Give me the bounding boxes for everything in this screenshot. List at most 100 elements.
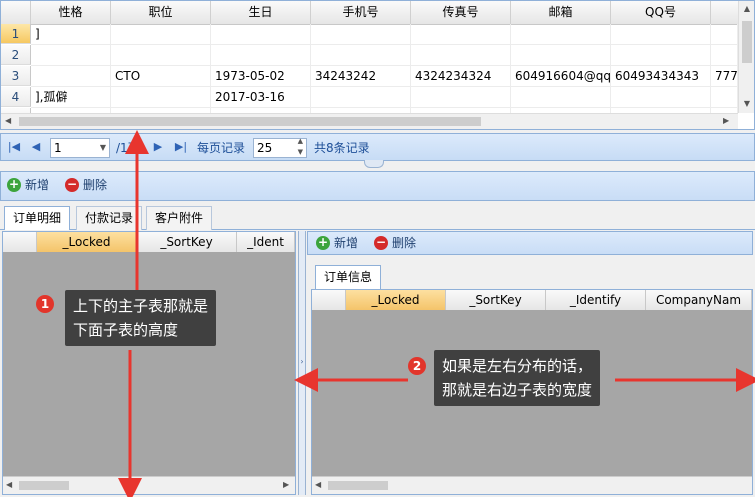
total-records-label: 共8条记录 xyxy=(314,141,370,155)
row-indicator[interactable]: 1 xyxy=(1,24,31,44)
right-delete-button[interactable]: − 删除 xyxy=(372,234,420,252)
column-header[interactable]: 手机号 xyxy=(311,1,411,24)
splitter-grip[interactable] xyxy=(364,160,384,168)
spinner-up-icon[interactable]: ▲ xyxy=(298,136,303,146)
vertical-scroll-thumb[interactable] xyxy=(742,21,752,63)
table-cell[interactable]: 777 xyxy=(711,66,738,87)
prev-page-icon[interactable]: ◀ xyxy=(29,140,43,154)
table-cell[interactable] xyxy=(111,45,211,66)
master-grid: 性格 职位 生日 手机号 传真号 邮箱 QQ号 1] 2 3 CTO 1973-05-0… xyxy=(0,0,755,130)
tab-payment-records[interactable]: 付款记录 xyxy=(76,206,143,230)
table-cell[interactable] xyxy=(711,45,738,66)
table-cell[interactable]: 1973-05-02 xyxy=(211,66,311,87)
table-cell[interactable] xyxy=(711,24,738,45)
table-cell[interactable] xyxy=(411,24,511,45)
last-page-icon[interactable]: ▶| xyxy=(174,140,188,154)
table-cell[interactable] xyxy=(611,45,711,66)
scroll-left-icon[interactable]: ◀ xyxy=(5,116,15,126)
table-cell[interactable] xyxy=(211,45,311,66)
table-cell[interactable]: CTO xyxy=(111,66,211,87)
horizontal-scroll-thumb[interactable] xyxy=(19,481,69,490)
table-cell[interactable] xyxy=(711,87,738,108)
table-cell[interactable] xyxy=(611,24,711,45)
annotation-callout-1: 上下的主子表那就是 下面子表的高度 xyxy=(65,290,217,346)
left-grid-corner[interactable] xyxy=(3,232,37,252)
right-grid-corner[interactable] xyxy=(312,290,346,310)
column-header[interactable]: QQ号 xyxy=(611,1,711,24)
table-cell[interactable] xyxy=(511,87,611,108)
table-cell[interactable] xyxy=(111,87,211,108)
scroll-left-icon[interactable]: ◀ xyxy=(315,480,321,490)
corner-cell[interactable] xyxy=(1,1,31,24)
table-cell[interactable]: 2017-03-16 xyxy=(211,87,311,108)
table-cell[interactable] xyxy=(411,87,511,108)
table-cell[interactable] xyxy=(111,24,211,45)
table-cell[interactable]: 4324234324 xyxy=(411,66,511,87)
add-icon: + xyxy=(316,235,330,250)
column-header[interactable]: _Identify xyxy=(546,290,646,310)
right-delete-label: 删除 xyxy=(392,236,417,250)
vertical-splitter[interactable]: › xyxy=(298,231,306,495)
right-toolbar: + 新增 − 删除 xyxy=(307,231,753,255)
table-cell[interactable]: ] xyxy=(31,24,111,45)
horizontal-scrollbar[interactable]: ◀ ▶ xyxy=(1,113,738,129)
column-header[interactable]: 传真号 xyxy=(411,1,511,24)
tab-order-info[interactable]: 订单信息 xyxy=(315,265,382,289)
column-header[interactable] xyxy=(711,1,739,24)
row-indicator[interactable]: 4 xyxy=(1,87,31,107)
per-page-spinner[interactable]: 25 ▲ ▼ xyxy=(253,136,307,158)
table-cell[interactable] xyxy=(311,45,411,66)
horizontal-scrollbar[interactable]: ◀ xyxy=(312,476,752,494)
column-header[interactable]: _SortKey xyxy=(137,232,237,252)
horizontal-scroll-thumb[interactable] xyxy=(328,481,388,490)
tab-customer-attachments[interactable]: 客户附件 xyxy=(146,206,213,230)
table-cell[interactable] xyxy=(611,87,711,108)
column-header[interactable]: 性格 xyxy=(31,1,111,24)
splitter-collapse-icon[interactable]: › xyxy=(298,351,306,373)
column-header[interactable]: 生日 xyxy=(211,1,311,24)
column-header[interactable]: 邮箱 xyxy=(511,1,611,24)
right-add-label: 新增 xyxy=(334,236,359,250)
callout-2-line2: 那就是右边子表的宽度 xyxy=(442,381,593,399)
pager-bar: |◀ ◀ 1 ▼ /1页 ▶ ▶| 每页记录 25 ▲ ▼ 共8条记录 xyxy=(0,133,755,161)
scroll-right-icon[interactable]: ▶ xyxy=(723,116,733,126)
spinner-down-icon[interactable]: ▼ xyxy=(298,147,303,157)
detail-toolbar: + 新增 − 删除 xyxy=(0,171,755,201)
table-cell[interactable]: ],孤僻 xyxy=(31,87,111,108)
chevron-down-icon[interactable]: ▼ xyxy=(100,139,106,157)
column-header[interactable]: CompanyNam xyxy=(646,290,752,310)
row-indicator[interactable]: 2 xyxy=(1,45,31,65)
table-cell[interactable] xyxy=(511,45,611,66)
row-indicator[interactable]: 3 xyxy=(1,66,31,86)
table-cell[interactable]: 60493434343 xyxy=(611,66,711,87)
table-cell[interactable] xyxy=(311,87,411,108)
table-cell[interactable] xyxy=(31,66,111,87)
table-cell[interactable]: 604916604@qq. xyxy=(511,66,611,87)
table-cell[interactable] xyxy=(511,24,611,45)
tab-order-details[interactable]: 订单明细 xyxy=(4,206,71,230)
scroll-down-icon[interactable]: ▼ xyxy=(742,99,752,109)
scroll-left-icon[interactable]: ◀ xyxy=(6,480,12,490)
table-cell[interactable] xyxy=(31,45,111,66)
table-cell[interactable] xyxy=(411,45,511,66)
table-cell[interactable] xyxy=(211,24,311,45)
column-header[interactable]: _SortKey xyxy=(446,290,546,310)
scroll-right-icon[interactable]: ▶ xyxy=(283,480,289,490)
column-header[interactable]: 职位 xyxy=(111,1,211,24)
table-cell[interactable]: 34243242 xyxy=(311,66,411,87)
delete-button[interactable]: − 删除 xyxy=(63,176,111,194)
table-cell[interactable] xyxy=(311,24,411,45)
column-header[interactable]: _Locked xyxy=(346,290,446,310)
column-header[interactable]: _Locked xyxy=(37,232,137,252)
vertical-scrollbar[interactable]: ▲ ▼ xyxy=(738,1,754,113)
horizontal-scroll-thumb[interactable] xyxy=(19,117,481,126)
page-number-select[interactable]: 1 ▼ xyxy=(50,138,110,158)
first-page-icon[interactable]: |◀ xyxy=(7,140,21,154)
scroll-up-icon[interactable]: ▲ xyxy=(742,4,752,14)
next-page-icon[interactable]: ▶ xyxy=(151,140,165,154)
horizontal-scrollbar[interactable]: ◀ ▶ xyxy=(3,476,295,494)
add-button[interactable]: + 新增 xyxy=(5,176,53,194)
annotation-badge-1: 1 xyxy=(36,295,54,313)
right-add-button[interactable]: + 新增 xyxy=(314,234,362,252)
column-header[interactable]: _Ident xyxy=(237,232,295,252)
